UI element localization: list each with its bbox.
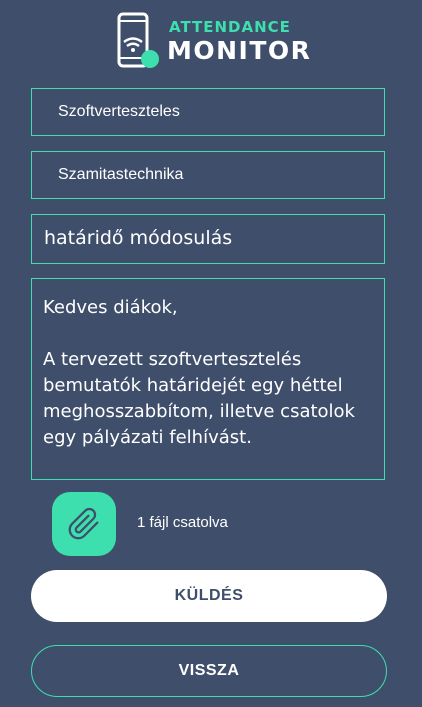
send-button[interactable]: KÜLDÉS <box>31 570 387 622</box>
back-button[interactable]: VISSZA <box>31 645 387 697</box>
subject-field[interactable]: Szoftverteszteles <box>31 88 385 136</box>
course-field-value: Szamitastechnika <box>58 166 184 183</box>
attach-file-button[interactable] <box>52 492 116 556</box>
logo-title-bottom: MONITOR <box>167 36 312 65</box>
subject-field-value: Szoftverteszteles <box>58 103 180 120</box>
logo-title-top: ATTENDANCE <box>169 18 291 36</box>
app-logo: ATTENDANCE MONITOR <box>116 12 316 74</box>
phone-wifi-icon <box>117 12 159 68</box>
message-textarea[interactable]: Kedves diákok, A tervezett szoftverteszt… <box>31 278 385 480</box>
title-input-value: határidő módosulás <box>44 227 233 249</box>
course-field[interactable]: Szamitastechnika <box>31 151 385 199</box>
title-input[interactable]: határidő módosulás <box>31 214 385 264</box>
paperclip-icon <box>68 507 99 540</box>
message-textarea-value: Kedves diákok, A tervezett szoftverteszt… <box>43 297 355 448</box>
attachment-status: 1 fájl csatolva <box>137 514 228 531</box>
